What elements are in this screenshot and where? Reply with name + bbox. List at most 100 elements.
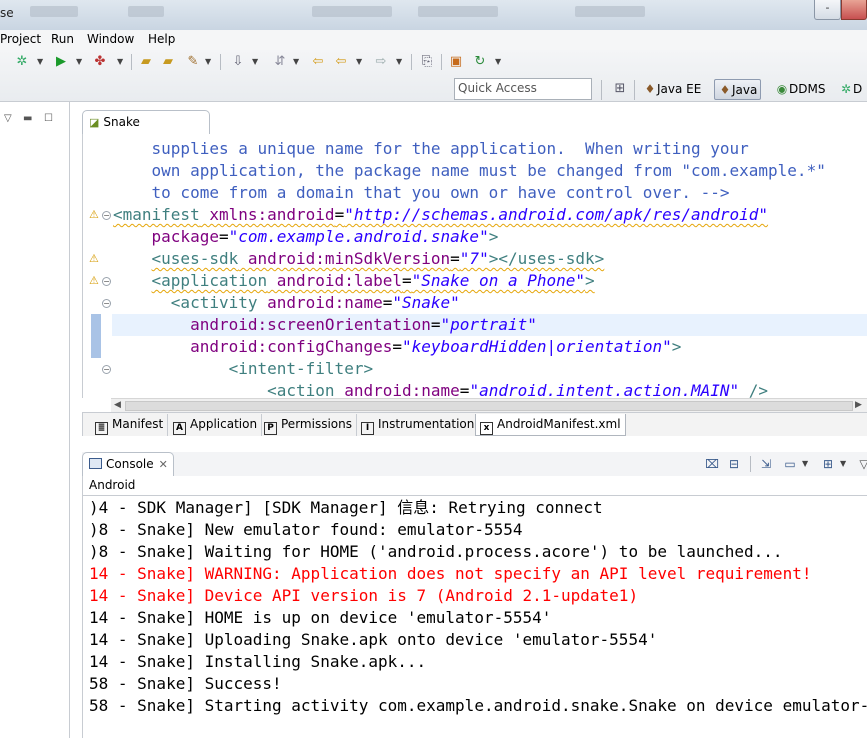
view-menu-icon[interactable]: ▽ [856, 456, 867, 472]
brush-icon[interactable]: ✎ [185, 54, 201, 70]
quick-access-input[interactable]: Quick Access [454, 78, 592, 100]
page-tab-application[interactable]: A Application [169, 414, 263, 436]
scroll-thumb[interactable] [125, 401, 853, 411]
tab-snake-manifest[interactable]: ◪Snake Manifest✕ [82, 110, 210, 152]
manifest-page-tabs: ≣ Manifest A Application P Permissions I Instru… [82, 412, 867, 436]
chevron-down-icon[interactable]: ▼ [76, 54, 82, 70]
open-perspective-icon[interactable]: ⊞ [612, 81, 628, 97]
minimize-view-icon[interactable]: ▬ [23, 113, 32, 124]
editor-ruler [83, 134, 112, 398]
close-tab-icon[interactable]: ✕ [159, 458, 168, 471]
menu-project[interactable]: Project [0, 32, 41, 46]
console-log-line: 14 - Snake] Installing Snake.apk... [89, 652, 427, 671]
fold-toggle-icon[interactable]: − [102, 299, 111, 308]
warning-icon[interactable]: ⚠ [89, 253, 101, 265]
debug-perspective-icon: ✲ [840, 82, 852, 96]
fold-toggle-icon[interactable]: − [102, 211, 111, 220]
code-token: > [585, 271, 595, 290]
page-tab-icon: P [264, 422, 277, 435]
fold-toggle-icon[interactable]: − [102, 277, 111, 286]
console-log-line: 14 - Snake] HOME is up on device 'emulat… [89, 608, 552, 627]
console-output[interactable]: Android )4 - SDK Manager] [SDK Manager] … [82, 476, 867, 738]
display-console-icon[interactable]: ▭ [782, 456, 798, 472]
scroll-lock-icon[interactable]: ⊟ [726, 456, 742, 472]
last-edit-icon[interactable]: ⇦ [310, 54, 326, 70]
run-icon[interactable]: ▶ [53, 54, 69, 70]
code-line: <manifest xmlns:android="http://schemas.… [113, 204, 768, 226]
code-token: android:minSdkVersion [238, 249, 451, 268]
page-tab-androidmanifest-xml[interactable]: x AndroidManifest.xml [475, 414, 626, 436]
xml-editor[interactable]: supplies a unique name for the applicati… [82, 134, 867, 398]
editor-horizontal-scrollbar[interactable]: ◀ ▶ [111, 398, 867, 412]
scroll-left-icon[interactable]: ◀ [114, 400, 121, 410]
page-tab-instrumentation[interactable]: I Instrumentation [357, 414, 480, 436]
back-arrow-icon[interactable]: ⇦ [333, 54, 349, 70]
console-icon [89, 458, 102, 469]
chevron-down-icon[interactable]: ▼ [802, 456, 808, 472]
scroll-right-icon[interactable]: ▶ [855, 400, 862, 410]
ddms-perspective-icon: ◉ [776, 82, 788, 96]
code-token: = [334, 205, 345, 224]
code-token: > [671, 337, 682, 356]
title-blur [418, 6, 498, 17]
pin-console-icon[interactable]: ⇲ [758, 456, 774, 472]
annotation-icon[interactable]: ⇩ [230, 54, 246, 70]
toolbar-separator [441, 54, 442, 70]
chevron-down-icon[interactable]: ▼ [205, 54, 211, 70]
minimize-button[interactable]: - [814, 0, 841, 20]
code-token: = [382, 293, 393, 312]
perspective-ddms[interactable]: ◉ DDMS [772, 79, 828, 100]
code-line: <activity android:name="Snake" [113, 292, 460, 314]
chevron-down-icon[interactable]: ▼ [37, 54, 43, 70]
change-marker [91, 314, 101, 358]
open-folder-icon[interactable]: ▰ [138, 54, 154, 70]
chevron-down-icon[interactable]: ▼ [356, 54, 362, 70]
console-log-line: )4 - SDK Manager] [SDK Manager] 信息: Retr… [89, 498, 603, 517]
pin-editor-icon[interactable]: ⎘ [419, 54, 435, 70]
toolbar-separator [634, 80, 635, 100]
page-tab-manifest[interactable]: ≣ Manifest [91, 414, 169, 436]
title-blur [575, 6, 645, 17]
warning-icon[interactable]: ⚠ [89, 209, 101, 221]
chevron-down-icon[interactable]: ▼ [396, 54, 402, 70]
menu-run[interactable]: Run [51, 32, 74, 46]
code-token: <uses-sdk [151, 249, 239, 268]
code-token: <activity [170, 293, 258, 312]
console-divider [83, 495, 867, 496]
menu-help[interactable]: Help [148, 32, 175, 46]
chevron-down-icon[interactable]: ▼ [293, 54, 299, 70]
code-token: ></uses-sdk> [488, 249, 605, 268]
clear-console-icon[interactable]: ⌧ [704, 456, 720, 472]
close-window-button[interactable] [841, 0, 867, 20]
chevron-down-icon[interactable]: ▼ [117, 54, 123, 70]
fold-toggle-icon[interactable]: − [102, 365, 111, 374]
console-log-line: 58 - Snake] Success! [89, 674, 282, 693]
chevron-down-icon[interactable]: ▼ [495, 54, 501, 70]
chevron-down-icon[interactable]: ▼ [252, 54, 258, 70]
tab-console[interactable]: Console ✕ [82, 452, 174, 476]
page-tab-permissions[interactable]: P Permissions [260, 414, 357, 436]
new-folder-icon[interactable]: ▰ [160, 54, 176, 70]
maximize-view-icon[interactable]: ☐ [44, 113, 53, 124]
code-token: = [218, 227, 229, 246]
forward-arrow-icon[interactable]: ⇨ [373, 54, 389, 70]
manifest-file-icon: ◪ [89, 116, 100, 129]
android-run-icon[interactable]: ↻ [472, 54, 488, 70]
code-token: <manifest [113, 205, 200, 224]
perspective-java-ee[interactable]: ♦ Java EE [640, 79, 704, 100]
console-log-line: 14 - Snake] Device API version is 7 (And… [89, 586, 639, 605]
open-console-icon[interactable]: ⊞ [820, 456, 836, 472]
menu-window[interactable]: Window [87, 32, 134, 46]
external-tools-icon[interactable]: ✤ [92, 54, 108, 70]
view-menu-icon[interactable]: ▽ [4, 113, 12, 124]
warning-icon[interactable]: ⚠ [89, 275, 101, 287]
chevron-down-icon[interactable]: ▼ [840, 456, 846, 472]
android-sdk-manager-icon[interactable]: ▣ [448, 54, 464, 70]
perspective-java[interactable]: ♦ Java [714, 79, 762, 100]
page-tab-label: Application [190, 417, 258, 431]
java-ee-perspective-icon: ♦ [644, 82, 656, 96]
code-line: android:configChanges="keyboardHidden|or… [113, 336, 681, 358]
next-annotation-icon[interactable]: ⇵ [272, 54, 288, 70]
perspective-debug[interactable]: ✲ D [836, 79, 865, 100]
debug-bug-icon[interactable]: ✲ [14, 54, 30, 70]
